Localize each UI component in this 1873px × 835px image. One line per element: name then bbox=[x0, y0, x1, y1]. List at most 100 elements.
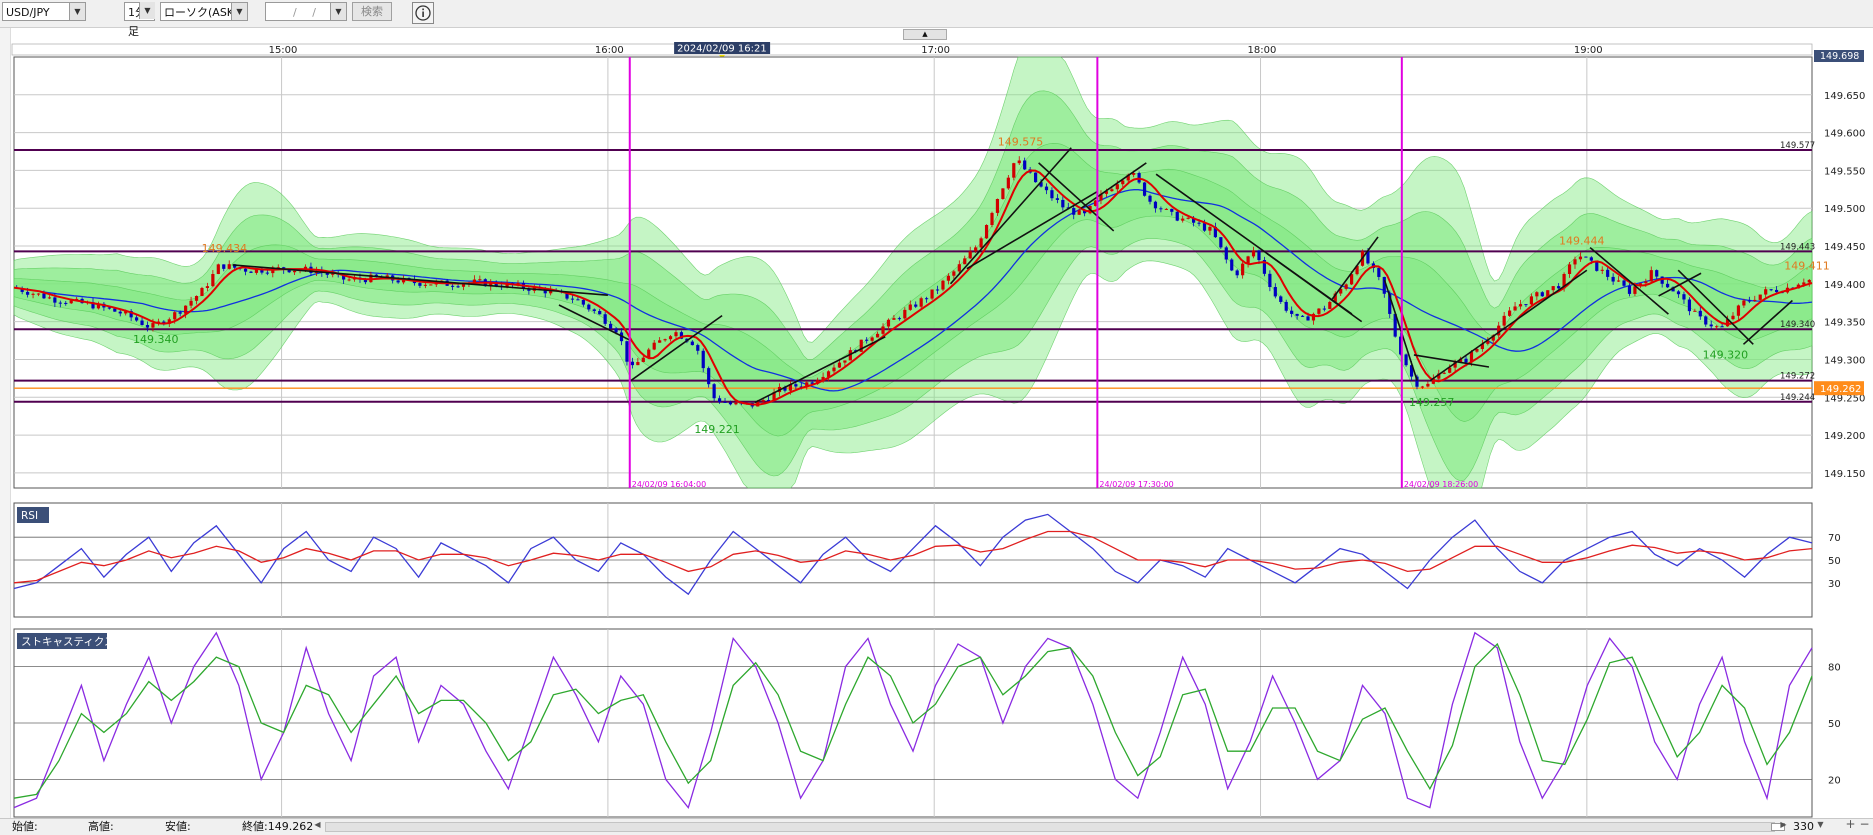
candle-body bbox=[1622, 280, 1626, 286]
stochastics-axis-tick-label: 20 bbox=[1828, 775, 1841, 786]
candle-body bbox=[587, 304, 591, 310]
candle-body bbox=[1616, 280, 1621, 282]
price-axis-tick-label: 149.650 bbox=[1824, 91, 1865, 102]
rsi-axis-tick-label: 50 bbox=[1828, 556, 1841, 567]
candle-body bbox=[1350, 274, 1354, 285]
candle-body bbox=[1344, 284, 1348, 289]
candle-body bbox=[952, 271, 956, 276]
candle-body bbox=[1159, 208, 1163, 210]
candle-body bbox=[31, 293, 35, 295]
candle-body bbox=[134, 317, 139, 321]
candle-body bbox=[211, 273, 215, 287]
candle-body bbox=[576, 299, 580, 301]
candle-body bbox=[570, 298, 575, 300]
support-resistance-label: 149.443 bbox=[1780, 242, 1815, 252]
swing-high-label: 149.434 bbox=[202, 242, 248, 255]
candle-body bbox=[1709, 324, 1713, 327]
candle-body bbox=[69, 300, 73, 304]
zoom-in-icon[interactable]: + bbox=[1845, 818, 1856, 830]
candle-body bbox=[227, 264, 231, 269]
rsi-title: RSI bbox=[21, 510, 38, 522]
price-axis-tick-label: 149.400 bbox=[1824, 280, 1865, 291]
candle-body bbox=[1649, 270, 1653, 282]
candle-body bbox=[461, 284, 466, 287]
candle-body bbox=[478, 279, 482, 281]
candle-body bbox=[701, 350, 705, 369]
candle-body bbox=[1426, 383, 1430, 387]
candle-body bbox=[717, 398, 722, 402]
candle-body bbox=[925, 298, 929, 300]
candle-body bbox=[636, 362, 640, 366]
candle-body bbox=[1241, 263, 1245, 276]
candle-body bbox=[1295, 313, 1299, 316]
candle-body bbox=[1012, 163, 1016, 178]
status-low: 安値: bbox=[165, 820, 191, 833]
candle-body bbox=[1720, 326, 1724, 328]
candle-body bbox=[1557, 286, 1561, 289]
candle-body bbox=[1001, 188, 1005, 200]
status-open: 始値: bbox=[12, 820, 38, 833]
candle-body bbox=[1693, 310, 1697, 312]
candle-body bbox=[995, 199, 1000, 213]
candle-body bbox=[243, 268, 248, 272]
candle-body bbox=[1518, 304, 1523, 307]
candle-body bbox=[1251, 250, 1256, 257]
swing-low-label: 149.320 bbox=[1703, 348, 1749, 361]
candle-body bbox=[205, 286, 210, 289]
candle-body bbox=[1142, 182, 1147, 196]
candle-body bbox=[843, 360, 847, 363]
candle-body bbox=[189, 300, 193, 306]
candle-body bbox=[216, 264, 220, 274]
candle-body bbox=[1023, 160, 1027, 170]
candle-body bbox=[1758, 294, 1762, 300]
candle-body bbox=[935, 289, 940, 291]
candle-body bbox=[1377, 267, 1381, 277]
rsi-axis-tick-label: 30 bbox=[1828, 579, 1841, 590]
candle-body bbox=[118, 311, 122, 314]
candle-body bbox=[347, 279, 351, 281]
candle-body bbox=[941, 280, 945, 290]
time-marker-label: 24/02/09 16:04:00 bbox=[632, 480, 706, 489]
candle-body bbox=[1529, 296, 1534, 305]
time-tick-label: 19:00 bbox=[1574, 45, 1603, 56]
candle-body bbox=[1077, 210, 1081, 215]
bars-count-dropdown-icon[interactable]: ▼ bbox=[1815, 819, 1826, 830]
candle-body bbox=[870, 337, 874, 341]
scroll-left-icon[interactable]: ◀ bbox=[312, 819, 323, 830]
candle-body bbox=[1589, 257, 1593, 261]
candle-body bbox=[26, 291, 30, 295]
candle-body bbox=[1017, 160, 1021, 164]
status-high: 高値: bbox=[88, 820, 114, 833]
candle-body bbox=[609, 323, 613, 329]
candle-body bbox=[946, 275, 951, 281]
candle-body bbox=[1655, 270, 1659, 277]
time-marker-label: 24/02/09 18:26:00 bbox=[1404, 480, 1478, 489]
candle-body bbox=[1268, 273, 1272, 288]
scroll-right-icon[interactable]: ▶ bbox=[1778, 819, 1789, 830]
candle-body bbox=[581, 299, 585, 305]
candle-body bbox=[1328, 301, 1332, 309]
price-axis-tick-label: 149.200 bbox=[1824, 431, 1865, 442]
candle-body bbox=[173, 312, 177, 320]
candle-body bbox=[1502, 315, 1506, 326]
candle-body bbox=[222, 264, 226, 269]
candle-body bbox=[1219, 237, 1223, 248]
support-resistance-label: 149.340 bbox=[1780, 320, 1815, 330]
candle-body bbox=[630, 361, 635, 366]
horizontal-scrollbar[interactable] bbox=[325, 822, 1785, 832]
price-axis-tick-label: 149.600 bbox=[1824, 129, 1865, 140]
candle-body bbox=[919, 298, 923, 307]
candle-body bbox=[1230, 259, 1234, 271]
zoom-out-icon[interactable]: − bbox=[1859, 818, 1870, 830]
candle-body bbox=[1033, 172, 1038, 183]
candle-body bbox=[249, 271, 253, 273]
candle-body bbox=[652, 342, 656, 350]
candle-body bbox=[1273, 287, 1277, 297]
candle-body bbox=[696, 345, 700, 351]
candle-body bbox=[1284, 301, 1288, 311]
candle-body bbox=[794, 384, 798, 387]
candle-body bbox=[974, 247, 978, 252]
support-resistance-label: 149.244 bbox=[1780, 393, 1815, 403]
candle-body bbox=[1170, 208, 1174, 212]
candle-body bbox=[451, 285, 455, 287]
